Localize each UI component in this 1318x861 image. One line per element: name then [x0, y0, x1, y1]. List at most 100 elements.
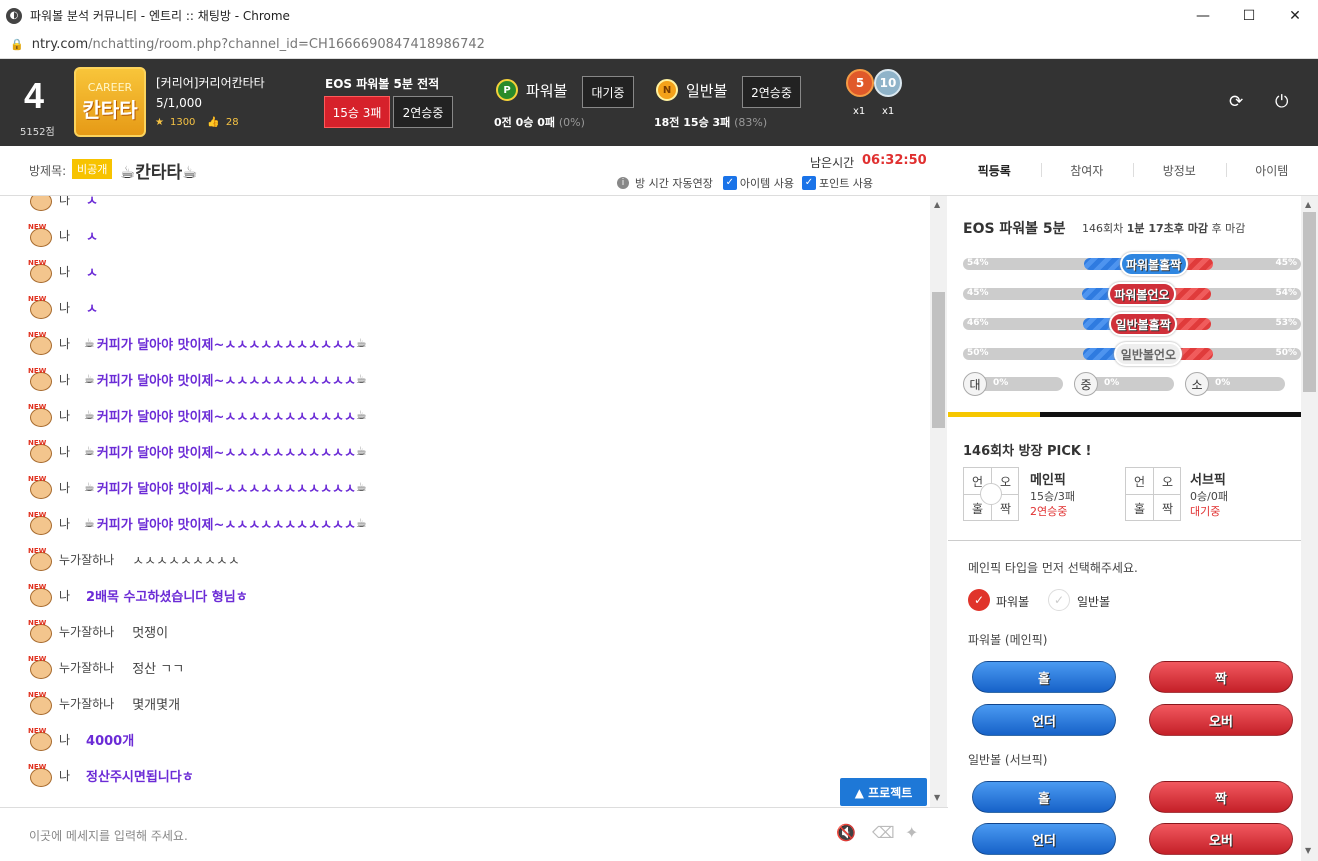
chat-message-list[interactable]: NEW나ㅅNEW나ㅅNEW나ㅅNEW나ㅅNEW나☕커피가 달아야 맛이제~ㅅㅅㅅ…: [0, 196, 930, 807]
message-text: 멋쟁이: [132, 625, 169, 641]
maximize-icon[interactable]: ☐: [1226, 0, 1272, 31]
item-use-label[interactable]: 아이템 사용: [740, 175, 794, 191]
minimize-icon[interactable]: —: [1180, 0, 1226, 31]
scroll-down-icon[interactable]: ▼: [934, 793, 940, 802]
powerball-even-button[interactable]: 짝: [1149, 661, 1293, 693]
window-title: 파워볼 분석 커뮤니티 - 엔트리 :: 채팅방 - Chrome: [30, 9, 290, 23]
powerball-under-button[interactable]: 언더: [972, 704, 1116, 736]
star-count: 1300: [169, 117, 196, 128]
normalball-type-label[interactable]: 일반볼: [1077, 593, 1110, 610]
message-sender: 나: [59, 300, 71, 315]
info-icon[interactable]: i: [617, 177, 629, 189]
tab-participants[interactable]: 참여자: [1040, 146, 1134, 195]
powerball-over-button[interactable]: 오버: [1149, 704, 1293, 736]
message-text: 몇개몇개: [132, 697, 181, 713]
message-sender: 누가잘하나: [59, 696, 115, 711]
chat-message: NEW 나 ☕ 커피가 달아야 맛이제~ㅅㅅㅅㅅㅅㅅㅅㅅㅅㅅㅅ ☕: [28, 402, 367, 428]
side-tabs: 픽등록 참여자 방정보 아이템: [948, 146, 1318, 196]
message-text: ㅅ: [86, 229, 99, 245]
size-ratio-pct: 0%: [993, 378, 1009, 388]
normalball-under-button[interactable]: 언더: [972, 823, 1116, 855]
auto-extend-label[interactable]: 방 시간 자동연장: [635, 175, 713, 191]
chat-scrollbar[interactable]: ▲ ▼: [930, 196, 947, 807]
main-pick-record: 15승/3패: [1030, 490, 1075, 503]
chat-scroll-thumb[interactable]: [932, 292, 945, 428]
chat-input[interactable]: 이곳에 메세지를 입력해 주세요.: [29, 827, 188, 844]
message-sender: 나: [59, 480, 71, 495]
message-text: 4000개: [86, 733, 135, 749]
point-use-checkbox[interactable]: ✓: [801, 176, 816, 190]
message-sender: 나: [59, 228, 71, 243]
powerball-type-radio[interactable]: ✓: [968, 589, 990, 611]
project-button[interactable]: ▲ 프로젝트: [840, 778, 927, 806]
normalball-record-main: 18전 15승 3패: [654, 116, 731, 129]
size-ratio-track: [975, 377, 1063, 391]
right-panel-scrollbar[interactable]: ▲ ▼: [1301, 196, 1318, 861]
size-ratio-row: 대 0%: [963, 372, 1064, 396]
window-titlebar: ◐ 파워볼 분석 커뮤니티 - 엔트리 :: 채팅방 - Chrome — ☐ …: [0, 0, 1318, 31]
scroll-up-icon[interactable]: ▲: [1305, 200, 1311, 209]
round-number: 146회차: [1082, 222, 1124, 235]
medal-10-count: x1: [882, 106, 895, 117]
ratio-bar-label: 파워볼언오: [1107, 282, 1176, 306]
tab-room-info[interactable]: 방정보: [1133, 146, 1226, 195]
powerball-odd-button[interactable]: 홀: [972, 661, 1116, 693]
coffee-icon: ☕: [355, 372, 367, 386]
normalball-type-radio[interactable]: ✓: [1048, 589, 1070, 611]
user-face-icon: NEW: [28, 547, 54, 571]
chat-input-bar[interactable]: 이곳에 메세지를 입력해 주세요. 🔇 ⌫ ✦: [0, 807, 948, 861]
powerball-label: 파워볼: [526, 82, 568, 100]
normalball-over-button[interactable]: 오버: [1149, 823, 1293, 855]
pick-cell-even: 짝: [1161, 501, 1174, 516]
point-use-label[interactable]: 포인트 사용: [819, 175, 873, 191]
ratio-left-pct: 46%: [967, 318, 989, 328]
chat-message: NEW 나 ☕ 커피가 달아야 맛이제~ㅅㅅㅅㅅㅅㅅㅅㅅㅅㅅㅅ ☕: [28, 330, 367, 356]
bet-card: 메인픽 타입을 먼저 선택해주세요. ✓ 파워볼 ✓ 일반볼 파워볼 (메인픽)…: [948, 541, 1301, 861]
mute-icon[interactable]: 🔇: [836, 823, 856, 842]
item-use-checkbox[interactable]: ✓: [722, 176, 737, 190]
round-info: 146회차 1분 17초후 마감 후 마감: [1082, 222, 1246, 235]
pick-title: 146회차 방장 PICK !: [963, 444, 1092, 459]
url-text[interactable]: ntry.com/nchatting/room.php?channel_id=C…: [32, 37, 485, 52]
close-icon[interactable]: ✕: [1272, 0, 1318, 31]
size-ratio-icon: 소: [1185, 372, 1209, 396]
message-text: 2배목 수고하셨습니다 형님ㅎ: [86, 589, 248, 605]
message-text: ㅅ: [86, 196, 99, 209]
message-text: 커피가 달아야 맛이제~ㅅㅅㅅㅅㅅㅅㅅㅅㅅㅅㅅ: [96, 517, 356, 533]
scroll-down-icon[interactable]: ▼: [1305, 846, 1311, 855]
eraser-icon[interactable]: ⌫: [872, 823, 895, 842]
chat-message: NEW 나ㅅ: [28, 294, 98, 320]
ratio-bar-row: 54% 45% 파워볼홀짝: [963, 252, 1301, 276]
magic-wand-icon[interactable]: ✦: [905, 823, 918, 842]
tab-pick-register[interactable]: 픽등록: [948, 146, 1041, 195]
normalball-odd-button[interactable]: 홀: [972, 781, 1116, 813]
right-panel-scroll-thumb[interactable]: [1303, 212, 1316, 392]
powerball-type-label[interactable]: 파워볼: [996, 593, 1029, 610]
message-text: ㅅ: [86, 301, 99, 317]
power-icon[interactable]: ⏻: [1275, 92, 1288, 112]
star-icon: ★: [155, 117, 164, 128]
address-bar[interactable]: 🔒 ntry.com/nchatting/room.php?channel_id…: [0, 31, 1318, 59]
powerball-record: 0전 0승 0패 (0%): [494, 114, 585, 130]
refresh-icon[interactable]: ⟳: [1229, 92, 1243, 112]
main-pick-streak: 2연승중: [1030, 505, 1068, 518]
user-face-icon: NEW: [28, 403, 54, 427]
message-text: 커피가 달아야 맛이제~ㅅㅅㅅㅅㅅㅅㅅㅅㅅㅅㅅ: [96, 481, 356, 497]
round-deadline: 1분 17초후 마감: [1126, 222, 1208, 235]
chat-message: NEW 나 정산주시면됩니다ㅎ: [28, 762, 194, 788]
game-title: EOS 파워볼 5분: [963, 221, 1066, 237]
normalball-even-button[interactable]: 짝: [1149, 781, 1293, 813]
user-face-icon: NEW: [28, 475, 54, 499]
tab-items[interactable]: 아이템: [1225, 146, 1318, 195]
ratio-bar-label: 일반볼홀짝: [1109, 312, 1178, 336]
medal-10-icon: 10: [874, 69, 902, 97]
room-options: i 방 시간 자동연장 ✓ 아이템 사용 ✓ 포인트 사용: [617, 175, 873, 191]
avatar-name-text: 칸타타: [82, 98, 138, 122]
coffee-icon: ☕: [84, 408, 95, 422]
url-path: /nchatting/room.php?channel_id=CH1666690…: [88, 37, 485, 52]
main-pick-knob: [980, 483, 1002, 505]
user-level: 4: [24, 75, 45, 116]
user-face-icon: NEW: [28, 655, 54, 679]
message-sender: 누가잘하나: [59, 660, 115, 675]
scroll-up-icon[interactable]: ▲: [934, 200, 940, 209]
